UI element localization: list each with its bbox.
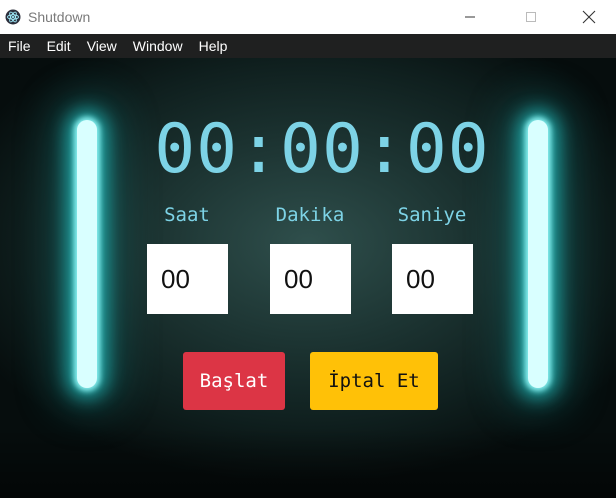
minutes-label: Dakika bbox=[275, 204, 345, 226]
hours-input[interactable] bbox=[147, 244, 228, 314]
menu-edit[interactable]: Edit bbox=[39, 34, 79, 58]
maximize-icon bbox=[526, 12, 536, 22]
electron-atom-icon bbox=[5, 9, 21, 25]
close-icon bbox=[582, 10, 596, 24]
cancel-button[interactable]: İptal Et bbox=[310, 352, 438, 410]
window-title: Shutdown bbox=[28, 9, 91, 25]
minutes-input[interactable] bbox=[270, 244, 351, 314]
title-bar: Shutdown bbox=[0, 0, 616, 34]
minimize-button[interactable] bbox=[447, 0, 493, 34]
countdown-display: 00:00:00 bbox=[154, 110, 490, 189]
main-panel: 00:00:00 Saat Dakika Saniye Başlat İptal… bbox=[0, 58, 616, 498]
start-button[interactable]: Başlat bbox=[183, 352, 285, 410]
minimize-icon bbox=[465, 16, 475, 18]
seconds-input[interactable] bbox=[392, 244, 473, 314]
close-button[interactable] bbox=[566, 0, 612, 34]
menu-view[interactable]: View bbox=[79, 34, 125, 58]
hours-label: Saat bbox=[164, 204, 210, 226]
maximize-button[interactable] bbox=[508, 0, 554, 34]
menu-bar: File Edit View Window Help bbox=[0, 34, 616, 58]
menu-window[interactable]: Window bbox=[125, 34, 191, 58]
menu-help[interactable]: Help bbox=[191, 34, 236, 58]
menu-file[interactable]: File bbox=[0, 34, 39, 58]
seconds-label: Saniye bbox=[397, 204, 467, 226]
